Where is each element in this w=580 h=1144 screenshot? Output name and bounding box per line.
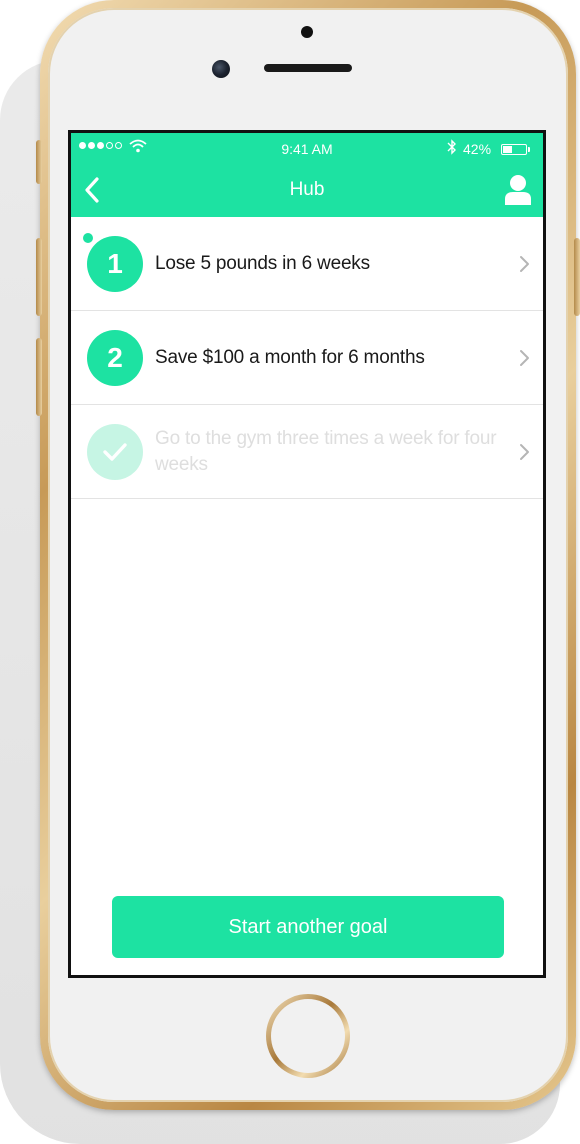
mockup-stage: 9:41 AM 42% Hub 1 Lose 5 pounds in 6 wee… [0,0,580,1144]
goal-title: Go to the gym three times a week for fou… [155,427,497,475]
goal-row[interactable]: 2 Save $100 a month for 6 months [71,311,543,405]
battery-percent: 42% [463,141,492,157]
app-display: 9:41 AM 42% Hub 1 Lose 5 pounds in 6 wee… [71,133,543,975]
status-bar: 9:41 AM 42% [71,139,543,157]
goal-row[interactable]: 1 Lose 5 pounds in 6 weeks [71,217,543,311]
earpiece-speaker [264,64,352,72]
front-camera-icon [212,60,230,78]
proximity-sensor [301,26,313,38]
chevron-right-icon [520,255,529,272]
goal-number-badge: 1 [87,235,143,292]
goal-list: 1 Lose 5 pounds in 6 weeks 2 Save $100 a… [71,217,543,499]
battery-tip [528,147,530,152]
volume-up-button [36,238,42,316]
home-button[interactable] [266,994,350,1078]
nav-bar: 9:41 AM 42% Hub [71,133,543,217]
phone-screen: 9:41 AM 42% Hub 1 Lose 5 pounds in 6 wee… [68,130,546,978]
bluetooth-icon [447,139,456,155]
battery-icon [501,144,527,155]
new-indicator-dot [81,231,95,245]
mute-switch [36,140,42,184]
start-another-goal-button[interactable]: Start another goal [112,896,504,958]
chevron-right-icon [520,349,529,366]
goal-number-badge: 2 [87,329,143,386]
power-button [574,238,580,316]
goal-row-completed[interactable]: Go to the gym three times a week for fou… [71,405,543,499]
goal-title: Lose 5 pounds in 6 weeks [155,252,370,274]
goal-completed-badge [87,423,143,480]
page-title: Hub [289,179,325,200]
checkmark-icon [103,442,127,461]
goal-title: Save $100 a month for 6 months [155,346,425,368]
battery-level-fill [503,146,513,153]
volume-down-button [36,338,42,416]
user-icon[interactable] [503,173,533,205]
chevron-right-icon [520,443,529,460]
